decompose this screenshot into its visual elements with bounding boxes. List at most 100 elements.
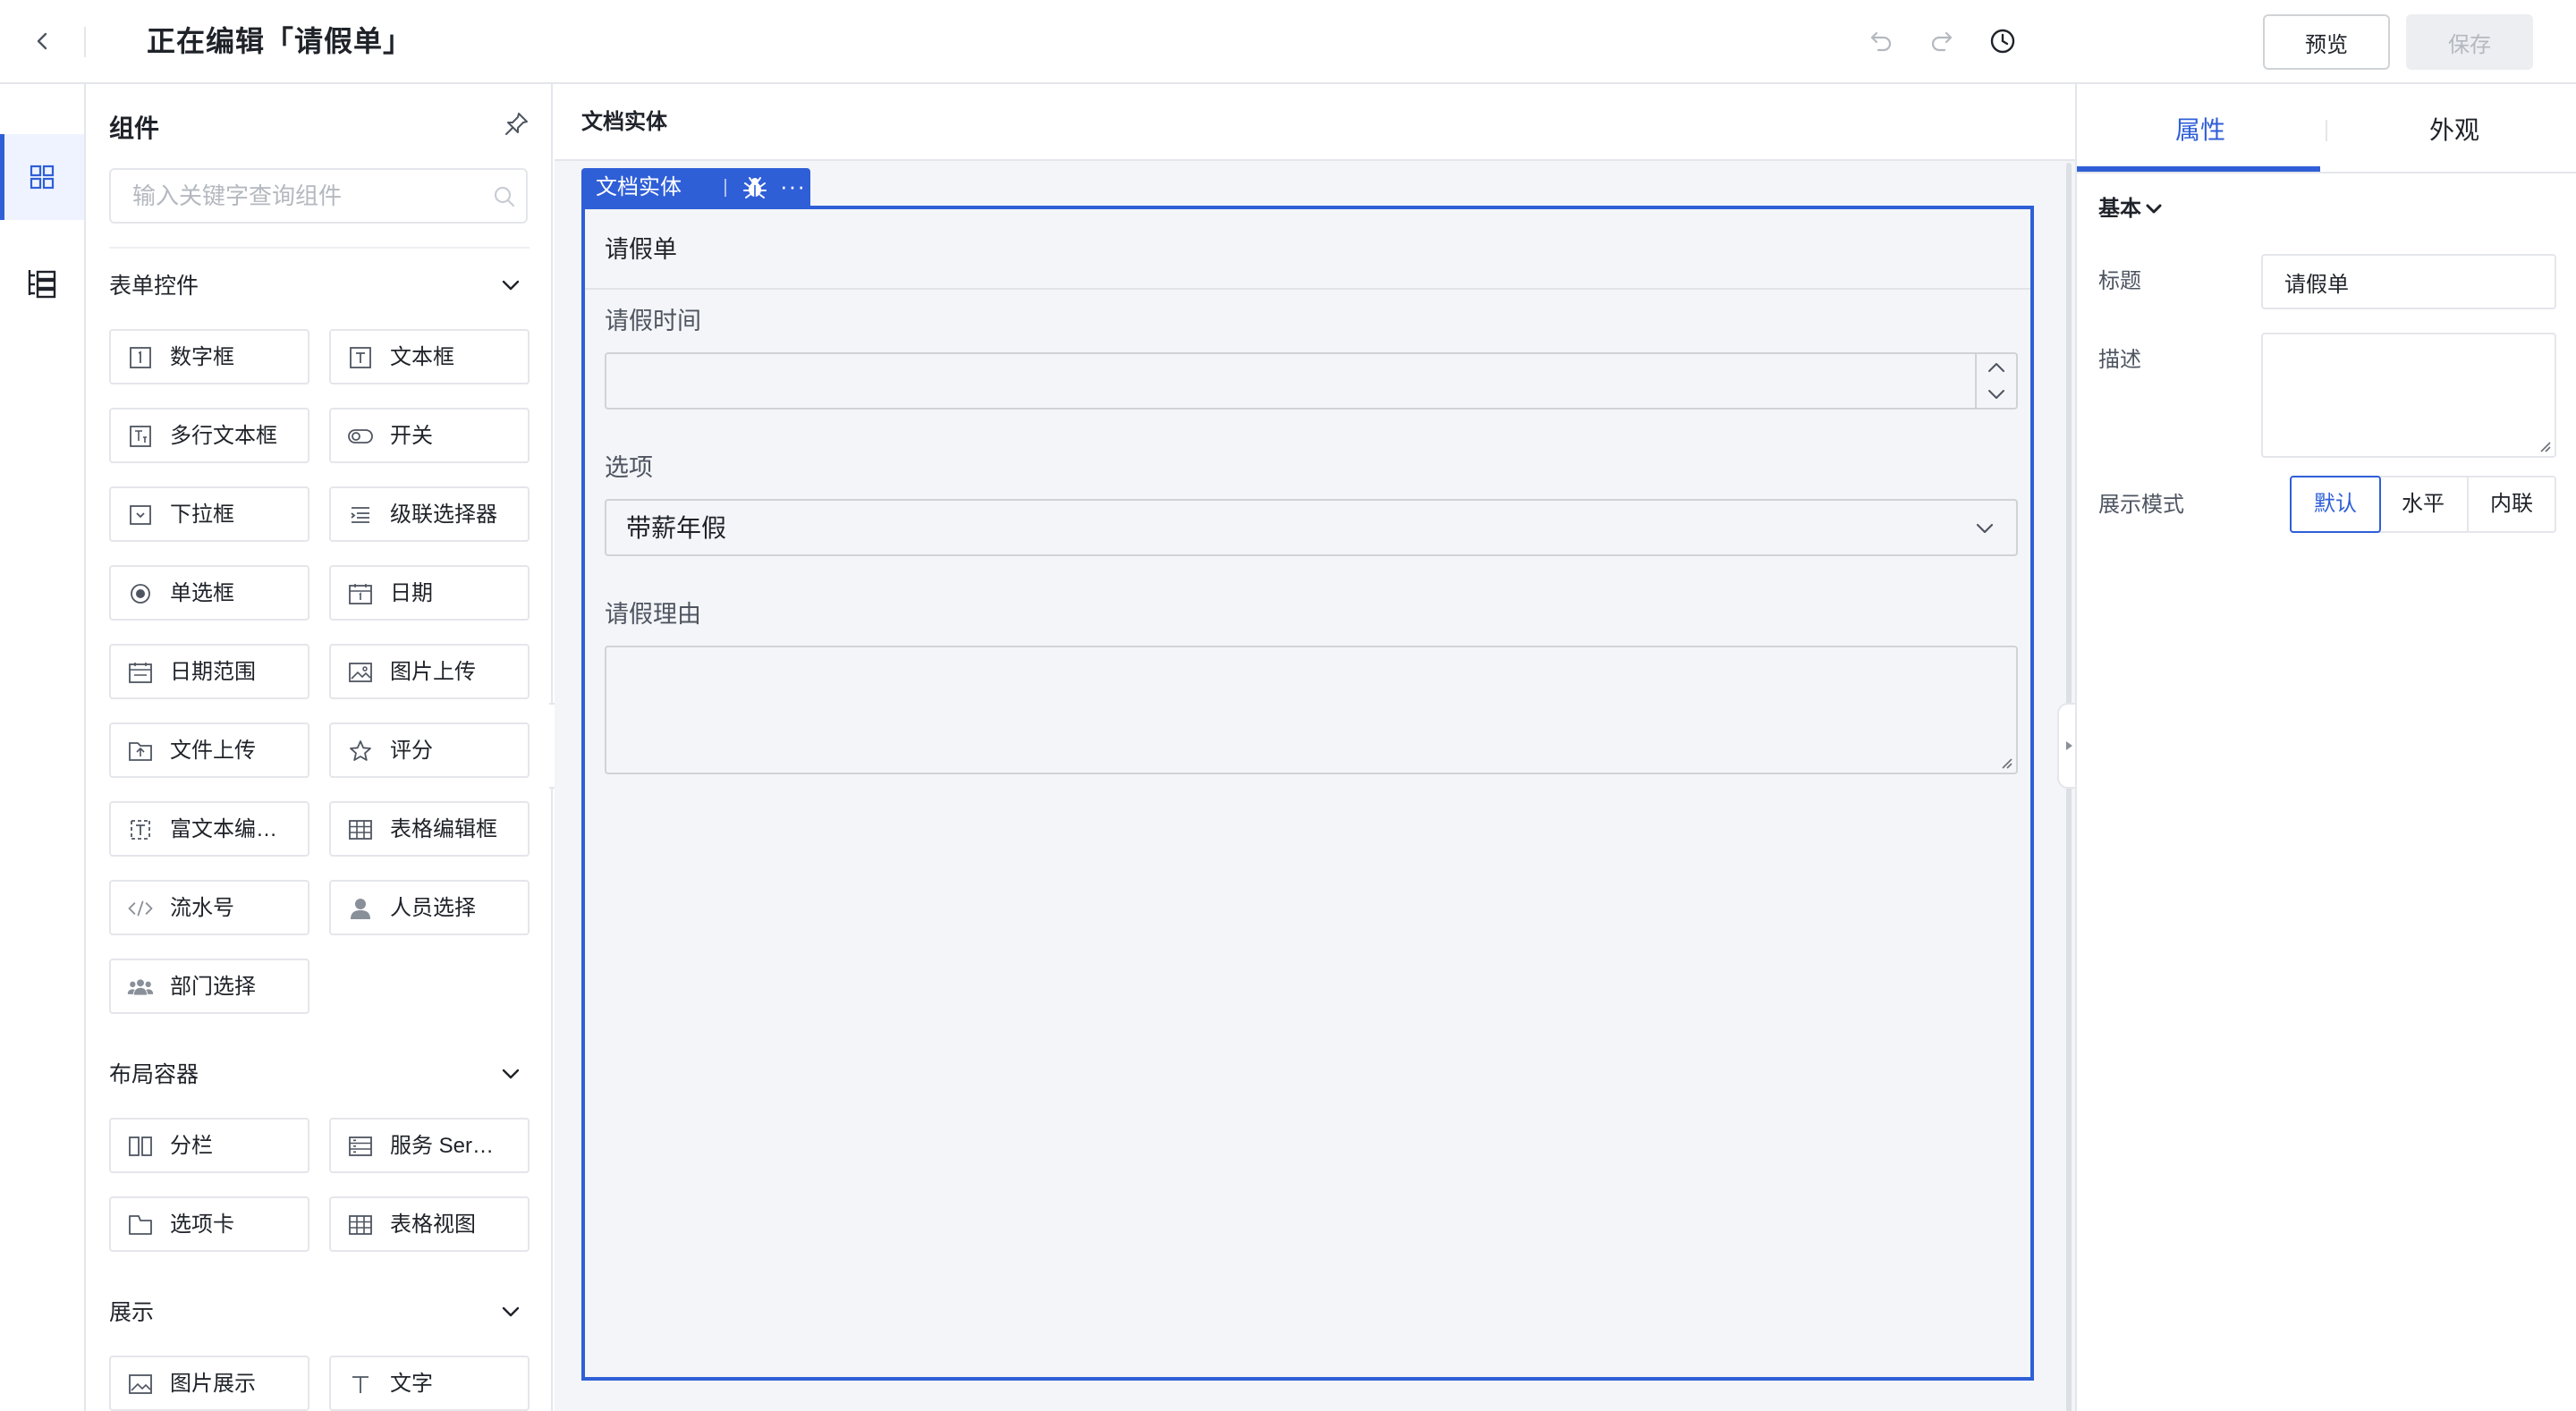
title-field	[2261, 254, 2556, 309]
component-label: 单选框	[170, 581, 234, 605]
display-mode-default[interactable]: 默认	[2290, 476, 2381, 533]
component-tile-image-display[interactable]: 图片展示	[109, 1356, 309, 1411]
cascader-icon	[347, 503, 374, 528]
component-label: 分栏	[170, 1134, 213, 1158]
component-label: 数字框	[170, 345, 234, 369]
grid-table-icon	[347, 1212, 374, 1238]
selected-entity-tag: 文档实体 ···	[581, 168, 810, 207]
leave-type-selected-value: 带薪年假	[626, 514, 727, 542]
display-mode-horizontal[interactable]: 水平	[2379, 477, 2467, 531]
group-title: 布局容器	[109, 1062, 199, 1087]
component-label: 级联选择器	[390, 503, 497, 527]
component-label: 文件上传	[170, 739, 256, 763]
date-range-icon	[127, 660, 154, 685]
design-canvas: 文档实体 文档实体 ··· 请假单 请假时间 选项 带薪年假 请假理由	[555, 84, 2075, 1411]
image-icon	[127, 1372, 154, 1397]
component-tile-image-upload[interactable]: 图片上传	[329, 644, 530, 699]
bug-icon[interactable]	[742, 175, 767, 200]
section-basic-toggle[interactable]: 基本	[2098, 193, 2165, 225]
component-tile-service[interactable]: 服务 Ser…	[329, 1118, 530, 1173]
resize-grip-icon[interactable]	[2537, 438, 2551, 452]
panel-divider	[109, 247, 530, 249]
component-tile-table-view[interactable]: 表格视图	[329, 1196, 530, 1252]
group-header-display[interactable]: 展示	[109, 1293, 530, 1332]
component-tile-serial-number[interactable]: 流水号	[109, 880, 309, 935]
chevron-down-icon	[1976, 523, 1994, 534]
component-tile-department-picker[interactable]: 部门选择	[109, 959, 309, 1014]
chevron-left-icon	[37, 32, 47, 50]
component-tile-number[interactable]: 数字框	[109, 329, 309, 384]
component-tile-switch[interactable]: 开关	[329, 408, 530, 463]
prop-label-display-mode: 展示模式	[2098, 493, 2184, 517]
undo-button[interactable]	[1863, 23, 1899, 59]
component-label: 日期	[390, 581, 433, 605]
leave-reason-textarea[interactable]	[605, 646, 2018, 774]
page-title: 正在编辑「请假单」	[147, 25, 413, 57]
leave-type-select[interactable]: 带薪年假	[605, 499, 2018, 556]
form-entity-frame[interactable]: 请假单 请假时间 选项 带薪年假 请假理由	[581, 206, 2034, 1381]
redo-icon	[1931, 31, 1953, 52]
text-field-icon	[347, 345, 374, 370]
component-tile-text-display[interactable]: 文字	[329, 1356, 530, 1411]
pin-panel-button[interactable]	[499, 107, 533, 141]
stepper-decrement[interactable]	[1977, 381, 2016, 408]
tab-appearance[interactable]: 外观	[2331, 113, 2576, 148]
component-search-input[interactable]	[111, 170, 478, 222]
component-tile-table-editor[interactable]: 表格编辑框	[329, 801, 530, 857]
textarea-icon	[127, 424, 154, 449]
rail-item-outline[interactable]	[0, 240, 84, 325]
history-button[interactable]	[1985, 23, 2021, 59]
component-tile-radio[interactable]: 单选框	[109, 565, 309, 621]
field-label-leave-reason: 请假理由	[605, 601, 701, 628]
component-tile-date-range[interactable]: 日期范围	[109, 644, 309, 699]
preview-button[interactable]: 预览	[2263, 14, 2390, 70]
tag-divider	[724, 179, 726, 197]
search-icon	[494, 186, 515, 207]
display-mode-inline[interactable]: 内联	[2467, 477, 2555, 531]
rich-text-icon	[127, 817, 154, 842]
component-tile-file-upload[interactable]: 文件上传	[109, 722, 309, 778]
group-header-form-controls[interactable]: 表单控件	[109, 266, 530, 306]
component-label: 文字	[390, 1372, 433, 1396]
table-icon	[347, 817, 374, 842]
component-tile-text[interactable]: 文本框	[329, 329, 530, 384]
back-button[interactable]	[27, 25, 59, 57]
rail-item-components[interactable]	[0, 134, 84, 220]
component-tile-rating[interactable]: 评分	[329, 722, 530, 778]
group-header-layout[interactable]: 布局容器	[109, 1055, 530, 1094]
header-divider	[84, 27, 86, 57]
image-upload-icon	[347, 660, 374, 685]
entity-tag-label: 文档实体	[596, 175, 682, 199]
component-tile-tabs[interactable]: 选项卡	[109, 1196, 309, 1252]
component-tile-dropdown[interactable]: 下拉框	[109, 486, 309, 542]
leave-time-number-input[interactable]	[605, 352, 2018, 410]
prop-label-title: 标题	[2098, 269, 2141, 293]
component-tile-columns[interactable]: 分栏	[109, 1118, 309, 1173]
field-label-option: 选项	[605, 454, 653, 481]
component-tile-cascader[interactable]: 级联选择器	[329, 486, 530, 542]
tab-properties[interactable]: 属性	[2077, 113, 2324, 148]
display-mode-segmented: 水平 内联 默认	[2290, 476, 2556, 533]
description-textarea[interactable]	[2261, 333, 2556, 458]
component-search	[109, 168, 528, 224]
stepper-increment[interactable]	[1977, 354, 2016, 381]
component-tile-user-picker[interactable]: 人员选择	[329, 880, 530, 935]
component-label: 选项卡	[170, 1212, 234, 1237]
redo-button[interactable]	[1924, 23, 1960, 59]
entity-more-button[interactable]: ···	[780, 168, 806, 204]
component-tile-date[interactable]: 日期	[329, 565, 530, 621]
form-title-bar: 请假单	[585, 209, 2030, 290]
properties-panel: 属性 外观 基本 标题 描述 展示模式 水平 内联 默认	[2075, 84, 2576, 1411]
save-button[interactable]: 保存	[2406, 14, 2533, 70]
chevron-down-icon	[502, 1069, 520, 1079]
component-label: 流水号	[170, 896, 234, 920]
components-grid-icon	[30, 165, 55, 190]
component-tile-rich-text[interactable]: 富文本编…	[109, 801, 309, 857]
components-panel: 组件 表单控件 数字框 文本框 多行文本框 开关	[86, 84, 553, 1411]
section-title: 基本	[2098, 197, 2141, 221]
resize-grip-icon[interactable]	[1998, 755, 2012, 769]
component-tile-textarea[interactable]: 多行文本框	[109, 408, 309, 463]
chevron-down-icon	[1988, 390, 2004, 399]
title-input[interactable]	[2263, 256, 2555, 308]
prop-label-description: 描述	[2098, 348, 2141, 372]
